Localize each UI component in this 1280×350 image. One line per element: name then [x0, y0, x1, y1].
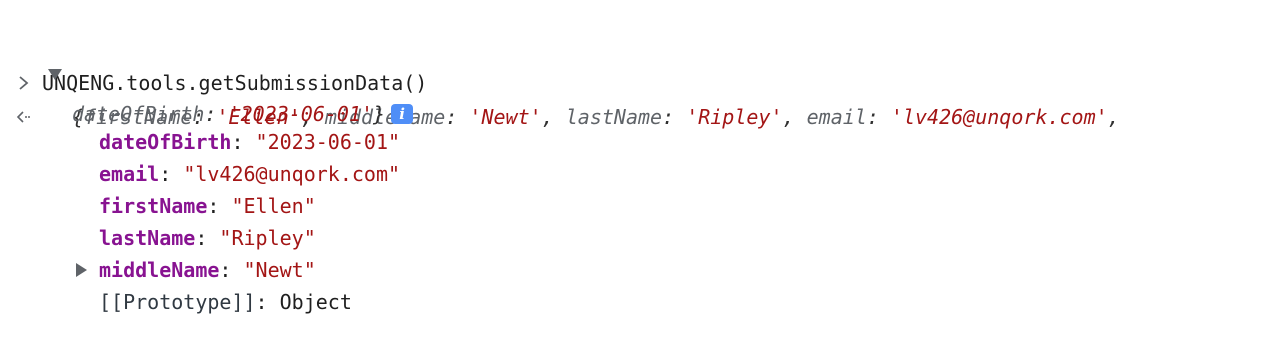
property-key: middleName [99, 258, 220, 282]
preview-close-brace: } [373, 102, 386, 126]
property-key: firstName [99, 194, 208, 218]
collapse-triangle-icon[interactable] [76, 263, 87, 277]
property-value: "2023-06-01" [255, 130, 401, 154]
preview-value: 'Newt' [469, 105, 542, 129]
info-icon[interactable]: i [391, 103, 414, 124]
result-preview-line-1[interactable]: {firstName: 'Ellen', middleName: 'Newt',… [0, 37, 1120, 129]
property-key: lastName [99, 226, 196, 250]
preview-value: '2023-06-01' [228, 102, 374, 126]
property-value: "Newt" [243, 258, 316, 282]
object-property-row[interactable]: email: "lv426@unqork.com" [0, 126, 400, 186]
property-key: dateOfBirth [99, 130, 232, 154]
object-property-row[interactable]: middleName: "Newt" [0, 222, 316, 282]
object-property-row[interactable]: dateOfBirth: "2023-06-01" [0, 94, 400, 154]
prototype-key: [[Prototype]] [99, 290, 256, 314]
console-panel: UNQENG.tools.getSubmissionData() {firstN… [0, 0, 1280, 314]
property-value: "Ellen" [231, 194, 316, 218]
preview-key: email [806, 105, 867, 129]
preview-value: 'Ripley' [686, 105, 783, 129]
console-input-row[interactable]: UNQENG.tools.getSubmissionData() [0, 3, 427, 95]
property-value: "lv426@unqork.com" [183, 162, 401, 186]
prototype-row[interactable]: [[Prototype]]: Object [0, 254, 352, 314]
preview-key: dateOfBirth [72, 102, 205, 126]
preview-value: 'lv426@unqork.com' [890, 105, 1108, 129]
object-property-row[interactable]: lastName: "Ripley" [0, 190, 316, 250]
console-command: UNQENG.tools.getSubmissionData() [42, 71, 428, 95]
property-value: "Ripley" [219, 226, 316, 250]
property-key: email [99, 162, 160, 186]
object-property-row[interactable]: firstName: "Ellen" [0, 158, 316, 218]
preview-key: lastName [565, 105, 663, 129]
expand-triangle-icon[interactable] [48, 69, 62, 80]
prototype-value: Object [279, 290, 352, 314]
